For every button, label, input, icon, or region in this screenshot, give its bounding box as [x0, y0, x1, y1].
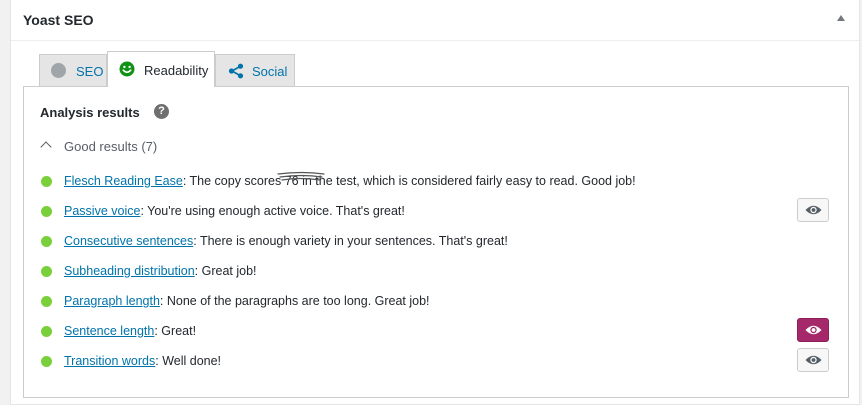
- tab-seo-label: SEO: [76, 64, 104, 79]
- good-results-label: Good results (7): [64, 139, 158, 154]
- result-text: Subheading distribution: Great job!: [64, 264, 257, 278]
- list-item: Sentence length: Great!: [24, 317, 848, 347]
- list-item: Subheading distribution: Great job!: [24, 257, 848, 287]
- good-bullet-icon: [41, 266, 52, 277]
- result-description: : Great job!: [194, 264, 257, 278]
- metabox-header[interactable]: Yoast SEO: [11, 0, 859, 41]
- result-text: Sentence length: Great!: [64, 324, 196, 338]
- eye-icon: [805, 355, 822, 365]
- result-link[interactable]: Sentence length: [64, 324, 154, 338]
- tab-social-label: Social: [252, 64, 288, 79]
- good-bullet-icon: [41, 206, 52, 217]
- result-text: Passive voice: You're using enough activ…: [64, 204, 405, 218]
- good-bullet-icon: [41, 326, 52, 337]
- highlight-button[interactable]: [797, 348, 829, 372]
- smiley-icon: [119, 61, 135, 77]
- result-link[interactable]: Passive voice: [64, 204, 140, 218]
- result-description: : There is enough variety in your senten…: [193, 234, 508, 248]
- result-description: : Great!: [154, 324, 197, 338]
- highlight-button[interactable]: [797, 198, 829, 222]
- help-icon[interactable]: ?: [154, 104, 169, 119]
- tab-seo[interactable]: SEO: [39, 54, 107, 86]
- result-link[interactable]: Subheading distribution: [64, 264, 195, 278]
- result-link[interactable]: Consecutive sentences: [64, 234, 193, 248]
- good-bullet-icon: [41, 356, 52, 367]
- result-description: : Well done!: [155, 354, 222, 368]
- result-text: Transition words: Well done!: [64, 354, 221, 368]
- tab-readability-label: Readability: [144, 63, 209, 78]
- eye-icon: [805, 325, 822, 335]
- result-link[interactable]: Flesch Reading Ease: [64, 174, 183, 188]
- good-bullet-icon: [41, 296, 52, 307]
- good-bullet-icon: [41, 176, 52, 187]
- metabox-title: Yoast SEO: [23, 12, 94, 28]
- result-text: Consecutive sentences: There is enough v…: [64, 234, 508, 248]
- analysis-results-heading: Analysis results: [40, 105, 140, 120]
- highlight-button-active[interactable]: [797, 318, 829, 342]
- result-text: Flesch Reading Ease: The copy scores 76 …: [64, 174, 636, 188]
- grey-dot-icon: [51, 63, 66, 78]
- scribble-annotation: [277, 171, 325, 181]
- readability-panel: Analysis results ? Good results (7) Fles…: [23, 86, 849, 398]
- tab-readability[interactable]: Readability: [107, 51, 215, 87]
- list-item: Passive voice: You're using enough activ…: [24, 197, 848, 227]
- eye-icon: [805, 205, 822, 215]
- list-item: Paragraph length: None of the paragraphs…: [24, 287, 848, 317]
- result-link[interactable]: Transition words: [64, 354, 155, 368]
- list-item: Transition words: Well done!: [24, 347, 848, 377]
- result-link[interactable]: Paragraph length: [64, 294, 160, 308]
- chevron-up-icon: [40, 141, 52, 153]
- result-description: : You're using enough active voice. That…: [140, 204, 405, 218]
- tab-social[interactable]: Social: [215, 54, 295, 86]
- collapse-arrow-icon[interactable]: [837, 15, 845, 21]
- share-icon: [228, 63, 244, 79]
- list-item: Consecutive sentences: There is enough v…: [24, 227, 848, 257]
- result-description: : The copy scores 76 in the test, which …: [182, 174, 636, 188]
- list-item: Flesch Reading Ease: The copy scores 76 …: [24, 167, 848, 197]
- result-description: : None of the paragraphs are too long. G…: [159, 294, 430, 308]
- result-text: Paragraph length: None of the paragraphs…: [64, 294, 430, 308]
- good-bullet-icon: [41, 236, 52, 247]
- yoast-seo-metabox: Yoast SEO SEO Readability Social Analysi…: [10, 0, 860, 405]
